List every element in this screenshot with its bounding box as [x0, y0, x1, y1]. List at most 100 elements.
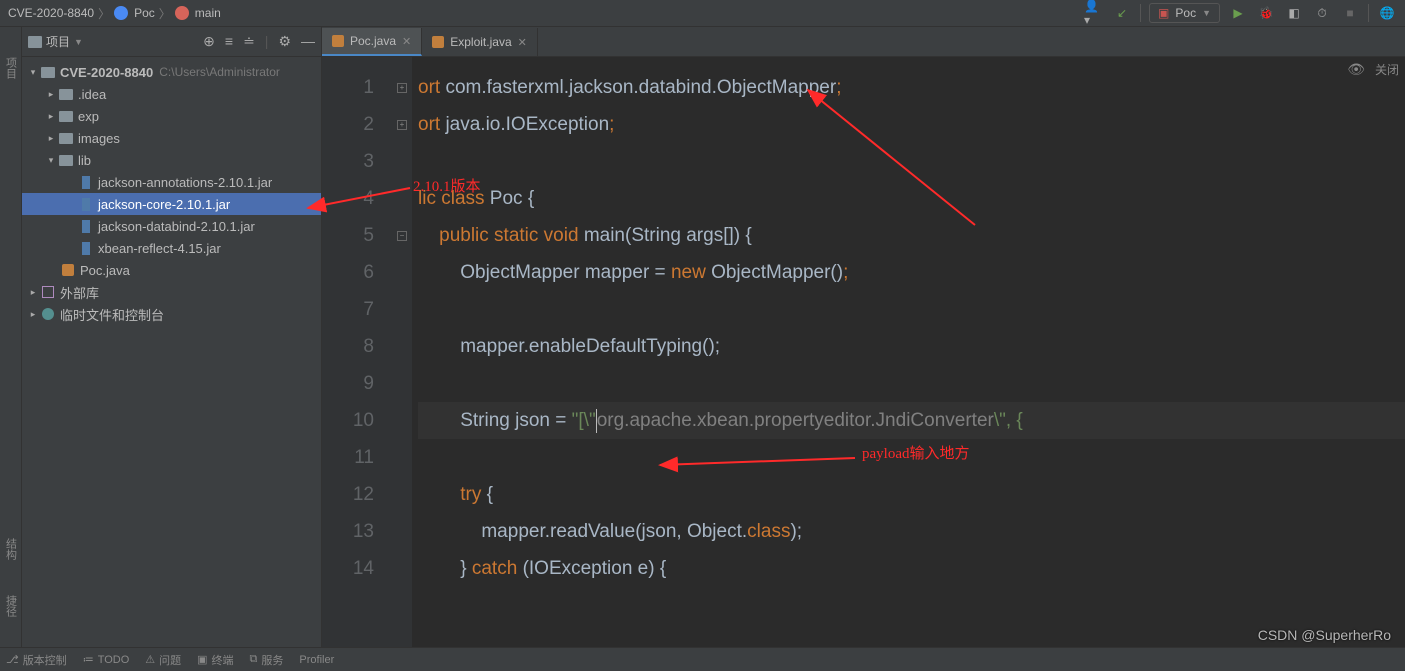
- breadcrumb[interactable]: CVE-2020-8840 〉 Poc 〉 main: [0, 5, 1084, 22]
- fold-icon[interactable]: +: [397, 120, 407, 130]
- jar-icon: [82, 198, 90, 211]
- folder-icon: [59, 111, 73, 122]
- library-icon: [42, 286, 54, 298]
- gear-icon[interactable]: ⚙: [278, 33, 291, 50]
- bc-project[interactable]: CVE-2020-8840: [8, 6, 94, 20]
- toolbar-actions: 👤▾ ↙ ▣ Poc ▼ ▶ 🐞 ◧ ⏱ ■ 🌐: [1084, 3, 1405, 23]
- close-icon[interactable]: ✕: [518, 36, 527, 49]
- locate-icon[interactable]: ⊕: [203, 33, 215, 50]
- editor-area: Poc.java ✕ Exploit.java ✕ 12345678910111…: [322, 27, 1405, 647]
- editor-body[interactable]: 1234567891011121314 + + − ort com.faster…: [322, 57, 1405, 647]
- separator: [1368, 4, 1369, 22]
- sidebar-header: 项目 ▼ ⊕ ≡ ≐ | ⚙ —: [22, 27, 321, 57]
- status-bar: ⎇版本控制 ≔TODO ⚠问题 ▣终端 ⧉服务 Profiler: [0, 647, 1405, 671]
- chevron-down-icon[interactable]: ▾: [26, 67, 40, 78]
- folder-icon: [59, 155, 73, 166]
- tree-folder-exp[interactable]: ▸exp: [22, 105, 321, 127]
- tree-file-poc[interactable]: Poc.java: [22, 259, 321, 281]
- separator: [1140, 4, 1141, 22]
- bc-method[interactable]: main: [195, 6, 221, 20]
- chevron-right-icon[interactable]: ▸: [44, 133, 58, 144]
- project-tree[interactable]: ▾ CVE-2020-8840 C:\Users\Administrator ▸…: [22, 57, 321, 647]
- chevron-right-icon[interactable]: ▸: [26, 287, 40, 298]
- rail-favorites[interactable]: 捷径: [3, 595, 19, 617]
- tree-jar-core[interactable]: jackson-core-2.10.1.jar: [22, 193, 321, 215]
- tab-exploit[interactable]: Exploit.java ✕: [422, 28, 538, 56]
- status-problems[interactable]: ⚠问题: [145, 652, 181, 668]
- todo-icon: ≔: [83, 653, 94, 666]
- reader-mode-icon[interactable]: 👁: [1347, 61, 1365, 78]
- line-gutter[interactable]: 1234567891011121314: [322, 57, 392, 647]
- folder-icon: [59, 133, 73, 144]
- coverage-icon[interactable]: ◧: [1284, 3, 1304, 23]
- chevron-right-icon: 〉: [98, 5, 110, 22]
- scratch-icon: [42, 308, 54, 320]
- tree-folder-images[interactable]: ▸images: [22, 127, 321, 149]
- folder-icon: [41, 67, 55, 78]
- close-all-button[interactable]: 关闭: [1375, 61, 1399, 78]
- tree-root[interactable]: ▾ CVE-2020-8840 C:\Users\Administrator: [22, 61, 321, 83]
- tree-jar-xbean[interactable]: xbean-reflect-4.15.jar: [22, 237, 321, 259]
- editor-corner-actions: 👁 关闭: [1347, 61, 1399, 78]
- tree-folder-idea[interactable]: ▸.idea: [22, 83, 321, 105]
- terminal-icon: ▣: [197, 653, 207, 666]
- jar-icon: [82, 220, 90, 233]
- folder-icon: [28, 36, 42, 48]
- warning-icon: ⚠: [145, 653, 155, 666]
- chevron-right-icon[interactable]: ▸: [26, 309, 40, 320]
- separator: |: [265, 33, 269, 50]
- class-icon: [114, 6, 128, 20]
- status-profiler[interactable]: Profiler: [299, 654, 334, 666]
- tree-jar-annotations[interactable]: jackson-annotations-2.10.1.jar: [22, 171, 321, 193]
- run-config-selector[interactable]: ▣ Poc ▼: [1149, 3, 1220, 23]
- status-todo[interactable]: ≔TODO: [83, 653, 130, 666]
- top-toolbar: CVE-2020-8840 〉 Poc 〉 main 👤▾ ↙ ▣ Poc ▼ …: [0, 0, 1405, 27]
- minimize-icon[interactable]: —: [301, 33, 315, 50]
- chevron-right-icon[interactable]: ▸: [44, 111, 58, 122]
- project-sidebar: 项目 ▼ ⊕ ≡ ≐ | ⚙ — ▾ CVE-2020-8840 C:\User…: [22, 27, 322, 647]
- jar-icon: [82, 176, 90, 189]
- chevron-right-icon: 〉: [159, 5, 171, 22]
- java-file-icon: [332, 35, 344, 47]
- chevron-down-icon[interactable]: ▾: [44, 155, 58, 166]
- main-area: 项目 结构 捷径 项目 ▼ ⊕ ≡ ≐ | ⚙ — ▾: [0, 27, 1405, 647]
- tab-poc[interactable]: Poc.java ✕: [322, 28, 422, 56]
- folder-icon: [59, 89, 73, 100]
- user-icon[interactable]: 👤▾: [1084, 3, 1104, 23]
- debug-icon[interactable]: 🐞: [1256, 3, 1276, 23]
- java-file-icon: [432, 36, 444, 48]
- chevron-down-icon: ▼: [1202, 8, 1211, 18]
- chevron-right-icon[interactable]: ▸: [44, 89, 58, 100]
- fold-icon[interactable]: +: [397, 83, 407, 93]
- code-content[interactable]: ort com.fasterxml.jackson.databind.Objec…: [412, 57, 1405, 647]
- stop-icon: ▣: [1158, 6, 1169, 20]
- tree-scratches[interactable]: ▸临时文件和控制台: [22, 303, 321, 325]
- status-services[interactable]: ⧉服务: [250, 652, 284, 668]
- watermark: CSDN @SuperherRo: [1258, 627, 1391, 643]
- fold-icon[interactable]: −: [397, 231, 407, 241]
- run-config-name: Poc: [1175, 6, 1196, 20]
- tree-folder-lib[interactable]: ▾lib: [22, 149, 321, 171]
- stop-button-icon[interactable]: ■: [1340, 3, 1360, 23]
- expand-icon[interactable]: ≡: [225, 33, 233, 50]
- method-icon: [175, 6, 189, 20]
- sidebar-title[interactable]: 项目 ▼: [28, 33, 83, 50]
- profile-icon[interactable]: ⏱: [1312, 3, 1332, 23]
- tree-external-libs[interactable]: ▸外部库: [22, 281, 321, 303]
- rail-structure[interactable]: 结构: [3, 538, 19, 560]
- rail-project[interactable]: 项目: [3, 57, 19, 79]
- tree-jar-databind[interactable]: jackson-databind-2.10.1.jar: [22, 215, 321, 237]
- collapse-icon[interactable]: ≐: [243, 33, 255, 50]
- fold-column[interactable]: + + −: [392, 57, 412, 647]
- close-icon[interactable]: ✕: [402, 35, 411, 48]
- translate-icon[interactable]: 🌐: [1377, 3, 1397, 23]
- bc-class[interactable]: Poc: [134, 6, 155, 20]
- jar-icon: [82, 242, 90, 255]
- left-tool-rail: 项目 结构 捷径: [0, 27, 22, 647]
- build-icon[interactable]: ↙: [1112, 3, 1132, 23]
- status-vcs[interactable]: ⎇版本控制: [6, 652, 67, 668]
- status-terminal[interactable]: ▣终端: [197, 652, 233, 668]
- chevron-down-icon: ▼: [74, 37, 83, 47]
- run-icon[interactable]: ▶: [1228, 3, 1248, 23]
- editor-tabs: Poc.java ✕ Exploit.java ✕: [322, 27, 1405, 57]
